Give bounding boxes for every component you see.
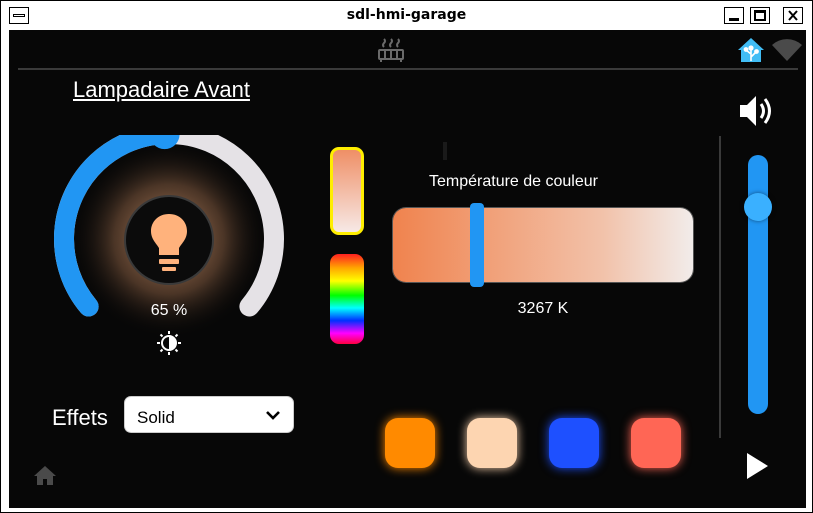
color-temperature-handle[interactable] [470,203,484,287]
maximize-button[interactable] [750,7,770,24]
hmi-screen: Lampadaire Avant 65 % Température de cou… [9,30,806,508]
volume-icon[interactable] [737,92,779,130]
color-mode-rgb[interactable] [330,254,364,344]
effects-label: Effets [52,405,108,430]
header-divider [18,68,798,70]
color-temperature-slider[interactable] [393,208,693,282]
home-icon[interactable] [33,464,57,486]
play-icon[interactable] [745,451,771,481]
panel-indicator [443,142,447,160]
close-button[interactable] [783,7,803,24]
minimize-button[interactable] [724,7,744,24]
app-window: sdl-hmi-garage Lampadaire Avant 65 % Tem… [0,0,813,513]
color-preset-peach[interactable] [467,418,517,468]
color-preset-orange[interactable] [385,418,435,468]
brightness-value: 65 % [150,302,188,319]
color-temperature-label: Température de couleur [429,173,598,190]
color-preset-salmon[interactable] [631,418,681,468]
home-assistant-icon[interactable] [737,37,765,63]
window-title: sdl-hmi-garage [346,7,467,23]
effects-dropdown[interactable]: Solid [124,396,294,433]
color-mode-warm-white[interactable] [330,147,364,235]
light-name[interactable]: Lampadaire Avant [73,77,250,103]
title-bar: sdl-hmi-garage [1,1,812,30]
window-menu-button[interactable] [9,7,29,24]
wifi-icon [772,39,802,61]
color-temperature-value: 3267 K [517,300,569,317]
radiator-icon [378,38,404,62]
color-preset-blue[interactable] [549,418,599,468]
effects-selected-value: Solid [137,408,175,427]
lightbulb-icon [151,214,187,271]
brightness-icon [157,331,181,355]
panel-divider [719,136,721,438]
volume-slider-knob[interactable] [744,193,772,221]
chevron-down-icon [266,411,280,420]
